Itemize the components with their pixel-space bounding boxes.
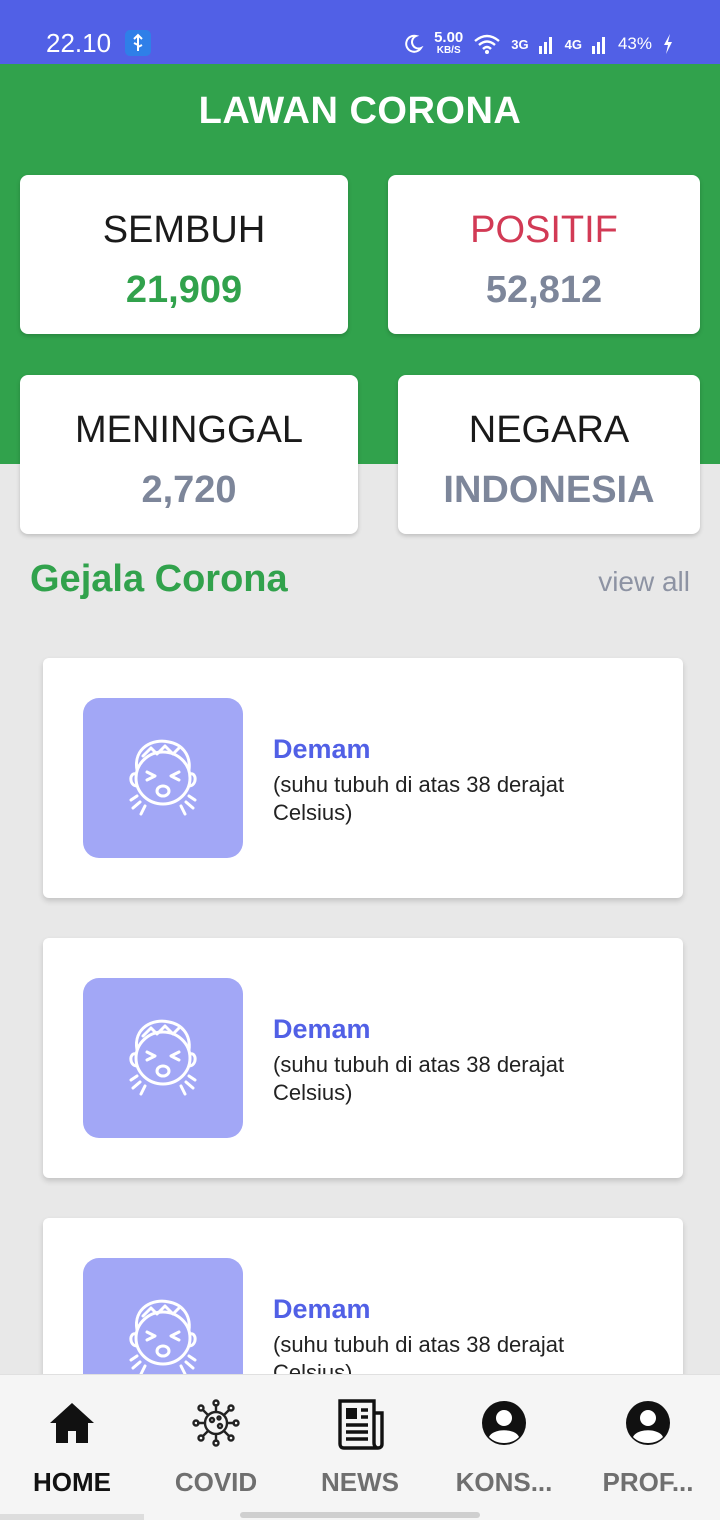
charging-icon <box>664 34 672 54</box>
symptom-name: Demam <box>273 1014 371 1044</box>
app-title: LAWAN CORONA <box>198 90 522 132</box>
stat-label: NEGARA <box>468 409 630 451</box>
network-speed: 5.00 KB/S <box>434 29 464 56</box>
user-circle-icon <box>626 1401 670 1445</box>
network-type-2: 4G <box>564 36 582 52</box>
active-tab-indicator <box>0 1514 144 1520</box>
nav-item-news[interactable]: NEWS <box>288 1375 432 1520</box>
signal-icon-2 <box>591 37 605 54</box>
symptom-card[interactable]: Demam (suhu tubuh di atas 38 derajat Cel… <box>43 658 683 898</box>
nav-label: NEWS <box>321 1467 399 1497</box>
symptom-thumbnail <box>83 978 243 1138</box>
section-title: Gejala Corona <box>30 558 288 600</box>
sick-face-icon <box>129 739 197 816</box>
status-time: 22.10 <box>46 28 112 58</box>
stat-label: MENINGGAL <box>74 409 304 451</box>
stat-label: SEMBUH <box>102 209 266 251</box>
view-all-link[interactable]: view all <box>598 566 690 598</box>
stat-value: INDONESIA <box>443 469 655 511</box>
nav-label: HOME <box>33 1467 111 1497</box>
bottom-nav: HOME COVID NEWS KONS... PROF... <box>0 1374 720 1520</box>
symptom-name: Demam <box>273 734 371 764</box>
signal-icon <box>538 37 552 54</box>
stat-value: 2,720 <box>141 469 237 511</box>
home-icon <box>50 1403 94 1443</box>
user-circle-icon <box>482 1401 526 1445</box>
symptom-description: (suhu tubuh di atas 38 derajat Celsius) <box>273 772 565 825</box>
symptom-thumbnail <box>83 698 243 858</box>
stat-card-negara: NEGARA INDONESIA <box>398 375 700 534</box>
virus-icon <box>192 1399 240 1447</box>
moon-icon <box>405 34 424 53</box>
nav-item-covid[interactable]: COVID <box>144 1375 288 1520</box>
status-bar: 22.10 5.00 KB/S 3G 4G 43% <box>0 0 720 64</box>
nav-item-home[interactable]: HOME <box>0 1375 144 1520</box>
network-type-1: 3G <box>511 36 529 52</box>
nav-label: PROF... <box>602 1467 694 1497</box>
symptom-description: (suhu tubuh di atas 38 derajat Celsius) <box>273 1052 565 1105</box>
sick-face-icon <box>129 1299 197 1376</box>
gesture-bar <box>240 1512 480 1518</box>
stat-card-sembuh: SEMBUH 21,909 <box>20 175 348 334</box>
newspaper-icon <box>338 1399 384 1450</box>
sick-face-icon <box>129 1019 197 1096</box>
symptom-card[interactable]: Demam (suhu tubuh di atas 38 derajat Cel… <box>43 938 683 1178</box>
usb-icon <box>125 30 151 56</box>
battery-level: 43% <box>617 34 652 53</box>
stat-value: 52,812 <box>485 269 603 311</box>
stat-value: 21,909 <box>125 269 243 311</box>
stat-card-positif: POSITIF 52,812 <box>388 175 700 334</box>
nav-item-konsultasi[interactable]: KONS... <box>432 1375 576 1520</box>
nav-label: KONS... <box>455 1467 553 1497</box>
nav-item-profil[interactable]: PROF... <box>576 1375 720 1520</box>
wifi-icon <box>474 34 501 54</box>
symptom-name: Demam <box>273 1294 371 1324</box>
stat-card-meninggal: MENINGGAL 2,720 <box>20 375 358 534</box>
nav-label: COVID <box>174 1467 258 1497</box>
stat-label: POSITIF <box>470 209 618 251</box>
